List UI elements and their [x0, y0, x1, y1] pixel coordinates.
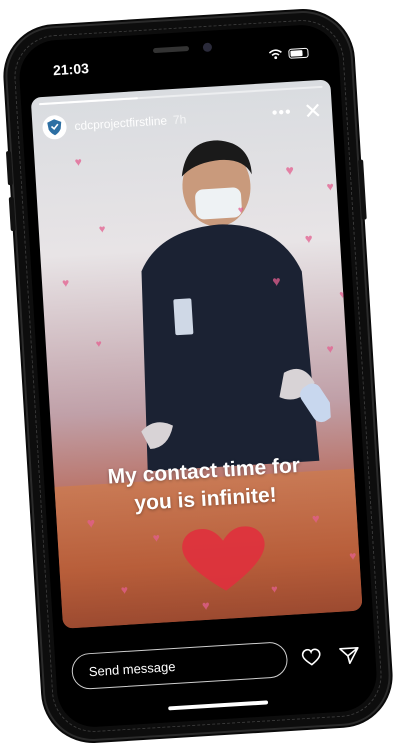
phone-frame: 21:03 ♥ ♥ ♥ ♥ ♥ ♥ ♥ ♥ ♥ ♥ ♥ ♥ ♥ ♥ ♥ ♥ ♥ … [4, 10, 392, 742]
volume-up-button [5, 151, 13, 186]
close-icon[interactable]: ✕ [303, 98, 323, 124]
heart-icon: ♥ [270, 583, 279, 596]
power-button [358, 159, 367, 220]
heart-icon: ♥ [326, 341, 335, 357]
heart-icon: ♥ [348, 548, 357, 564]
heart-icon: ♥ [285, 161, 295, 179]
heart-icon: ♥ [326, 179, 335, 194]
shield-logo-icon [47, 119, 62, 136]
status-time: 21:03 [52, 60, 90, 79]
heart-icon: ♥ [271, 272, 282, 290]
phone-mockup: 21:03 ♥ ♥ ♥ ♥ ♥ ♥ ♥ ♥ ♥ ♥ ♥ ♥ ♥ ♥ ♥ ♥ ♥ … [0, 0, 403, 751]
more-icon[interactable]: ••• [271, 104, 292, 123]
heart-icon: ♥ [304, 230, 313, 247]
story-view[interactable]: ♥ ♥ ♥ ♥ ♥ ♥ ♥ ♥ ♥ ♥ ♥ ♥ ♥ ♥ ♥ ♥ ♥ ♥ cdcp… [30, 79, 363, 629]
front-camera [202, 42, 213, 53]
notch [122, 35, 234, 66]
heart-icon: ♥ [95, 338, 103, 351]
heart-icon: ♥ [201, 597, 211, 614]
phone-screen: 21:03 ♥ ♥ ♥ ♥ ♥ ♥ ♥ ♥ ♥ ♥ ♥ ♥ ♥ ♥ ♥ ♥ ♥ … [17, 22, 379, 730]
send-message-input[interactable]: Send message [70, 641, 289, 691]
heart-sticker-icon [182, 526, 265, 591]
heart-icon: ♥ [120, 582, 129, 598]
heart-icon: ♥ [237, 204, 245, 217]
avatar[interactable] [41, 114, 68, 141]
story-timestamp: 7h [172, 112, 187, 128]
heart-icon: ♥ [338, 288, 347, 302]
paper-plane-icon[interactable] [335, 640, 365, 670]
wifi-icon [268, 49, 282, 60]
heart-icon: ♥ [74, 154, 83, 170]
heart-icon: ♥ [152, 530, 161, 546]
heart-icon[interactable] [297, 643, 327, 673]
home-indicator [168, 700, 269, 711]
battery-icon [288, 47, 309, 59]
volume-down-button [8, 196, 16, 232]
heart-icon: ♥ [98, 223, 106, 236]
speaker-grille [152, 45, 190, 54]
reply-bar: Send message [70, 634, 365, 692]
status-icons [268, 47, 309, 60]
story-username[interactable]: cdcprojectfirstline [74, 113, 167, 133]
heart-icon: ♥ [311, 510, 321, 527]
heart-icon: ♥ [61, 275, 70, 291]
